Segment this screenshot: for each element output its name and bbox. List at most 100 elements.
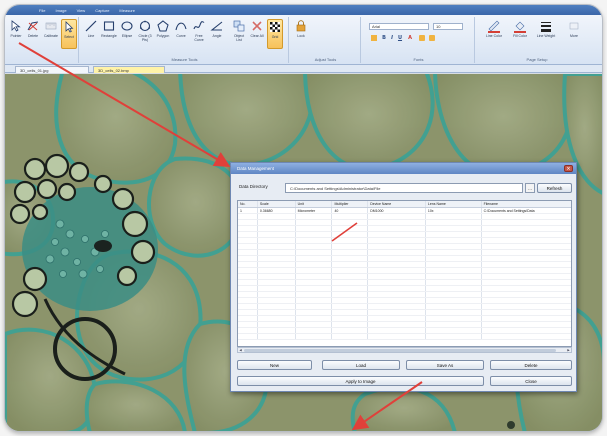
data-table[interactable]: No. Scale Unit Multiplier Device Name Le… [237,200,572,347]
background-icon[interactable] [429,35,435,41]
table-cell [368,310,426,315]
rectangle-tool[interactable]: Rectangle [101,19,117,49]
save-as-button[interactable]: Save As [406,360,484,370]
scrollbar-thumb[interactable] [244,349,556,352]
ribbon-group-fonts: Arial 10 B I U A Fonts [363,17,475,63]
table-cell [426,322,482,327]
new-button[interactable]: New [237,360,312,370]
bold-icon[interactable]: B [381,35,387,41]
lock-tool[interactable]: Lock [293,19,309,49]
fill-color-button[interactable]: Fill Color [509,19,531,49]
refresh-button[interactable]: Refresh [537,183,572,193]
table-cell [332,292,369,297]
table-cell [238,298,258,303]
data-management-dialog: Data Management × Data Directory C:\Docu… [230,162,577,392]
menu-view[interactable]: View [77,8,86,13]
dialog-title: Data Management [231,163,576,174]
grid-tool[interactable]: Grid [267,19,283,49]
table-cell [258,316,296,321]
clear-tool[interactable]: Clear All [249,19,265,49]
line-color-button[interactable]: Line Color [483,19,505,49]
ellipse-tool[interactable]: Ellipse [119,19,135,49]
delete-button[interactable]: Delete [490,360,572,370]
menu-file[interactable]: File [39,8,45,13]
grid-icon [270,22,280,32]
circle-tool[interactable]: Circle (3 Pts) [137,19,153,49]
table-cell [368,226,426,231]
tab-image-2[interactable]: 3D_cells_02.bmp [93,66,165,73]
column-header[interactable]: Device Name [368,201,426,207]
table-cell [368,304,426,309]
table-cell [482,262,571,267]
more-button[interactable]: More [563,19,585,49]
table-cell [258,298,296,303]
data-directory-row: Data Directory C:\Documents and Settings… [237,183,572,193]
table-cell [238,274,258,279]
underline-icon[interactable]: U [397,35,403,41]
table-cell [296,220,333,225]
data-directory-field[interactable]: C:\Documents and Settings\Administrator\… [285,183,523,193]
column-header[interactable]: No. [238,201,258,207]
load-button[interactable]: Load [322,360,400,370]
close-icon[interactable]: × [564,165,573,172]
freehand-tool[interactable]: Free Curve [191,19,207,49]
table-cell [238,214,258,219]
font-name-select[interactable]: Arial [369,23,429,30]
font-color-button[interactable] [371,35,377,41]
table-cell [426,250,482,255]
font-size-select[interactable]: 10 [433,23,463,30]
column-header[interactable]: Unit [296,201,333,207]
table-cell: 1 [238,208,258,213]
calibrate-tool[interactable]: Calibrate [43,19,59,49]
table-cell [296,280,333,285]
text-color-icon[interactable]: A [407,35,413,41]
table-cell [482,268,571,273]
apply-to-image-button[interactable]: Apply to Image [237,376,484,386]
table-cell [482,244,571,249]
table-cell [332,268,369,273]
document-tabs: 3D_cells_01.jpg 3D_cells_02.bmp [5,65,602,73]
column-header[interactable]: Lens Name [426,201,482,207]
curve-icon [175,22,187,31]
table-cell [238,268,258,273]
column-header[interactable]: Filename [482,201,571,207]
horizontal-scrollbar[interactable]: ◀ ▶ [237,347,572,353]
line-weight-button[interactable]: Line Weight [535,19,557,49]
polygon-tool[interactable]: Polygon [155,19,171,49]
angle-tool[interactable]: Angle [209,19,225,49]
objects-tool[interactable]: Object List [231,19,247,49]
browse-button[interactable]: ... [525,183,535,193]
menu-measure[interactable]: Measure [119,8,135,13]
delete-tool[interactable]: Delete [25,19,41,49]
highlight-icon[interactable] [419,35,425,41]
ellipse-icon [121,21,133,31]
table-row[interactable] [238,334,571,340]
table-cell [258,310,296,315]
table-cell [368,220,426,225]
tab-image-1[interactable]: 3D_cells_01.jpg [15,66,89,73]
line-tool[interactable]: Line [83,19,99,49]
table-cell [238,292,258,297]
table-cell [258,334,296,339]
table-cell [426,232,482,237]
lock-icon [296,20,306,32]
table-cell [258,268,296,273]
table-cell [258,256,296,261]
column-header[interactable]: Scale [258,201,296,207]
table-cell [368,328,426,333]
scroll-left-icon[interactable]: ◀ [238,348,243,352]
menu-capture[interactable]: Capture [95,8,109,13]
column-header[interactable]: Multiplier [332,201,369,207]
pointer-tool[interactable]: Pointer [8,19,24,49]
select-tool[interactable]: Select [61,19,77,49]
table-cell [426,280,482,285]
italic-icon[interactable]: I [389,35,395,41]
table-cell [426,268,482,273]
table-cell [368,334,426,339]
menu-image[interactable]: Image [55,8,66,13]
table-cell: 40 [332,208,369,213]
scroll-right-icon[interactable]: ▶ [566,348,571,352]
table-cell [296,214,333,219]
close-button[interactable]: Close [490,376,572,386]
curve-tool[interactable]: Curve [173,19,189,49]
